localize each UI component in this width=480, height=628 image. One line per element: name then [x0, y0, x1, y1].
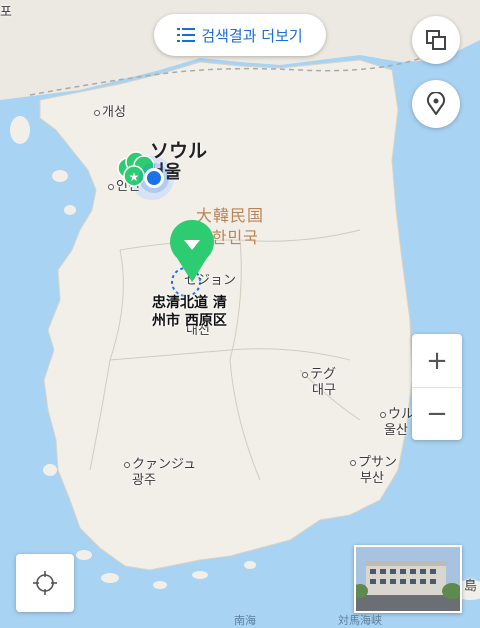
partial-label-island: 島 — [464, 579, 478, 594]
selected-place-label[interactable]: 忠清北道 清 州市 西原区 — [152, 294, 227, 330]
sea-label-strait: 対馬海峡 — [338, 614, 382, 627]
city-ulsan-kr[interactable]: 울산 — [384, 424, 408, 438]
selected-place-pin[interactable] — [167, 220, 217, 284]
zoom-control: + − — [412, 334, 462, 440]
city-daegu-jp-label: テグ — [310, 367, 337, 382]
city-daegu-kr[interactable]: 대구 — [312, 384, 336, 398]
current-location-dot — [144, 168, 164, 188]
city-kaesong-label: 개성 — [102, 105, 126, 120]
layers-icon — [426, 30, 446, 50]
svg-text:★: ★ — [129, 170, 140, 184]
zoom-out-button[interactable]: − — [412, 387, 462, 440]
sea-label-south: 南海 — [234, 614, 256, 627]
map-canvas[interactable] — [0, 0, 480, 628]
city-ulsan-jp[interactable]: ウル — [380, 408, 414, 422]
crosshair-icon — [33, 571, 57, 595]
selected-place-line2: 州市 西原区 — [152, 313, 227, 329]
zoom-in-button[interactable]: + — [412, 334, 462, 387]
city-gwangju-jp-label: クァンジュ — [132, 457, 197, 472]
poi-cluster-markers[interactable]: ★ — [114, 150, 174, 190]
map-pin-outline-icon — [427, 92, 445, 115]
city-ulsan-jp-label: ウル — [388, 407, 415, 422]
poi-button[interactable] — [412, 80, 460, 128]
search-results-more-button[interactable]: 검색결과 더보기 — [154, 14, 326, 56]
partial-label-top-left: 포 — [0, 5, 12, 20]
city-daegu-jp[interactable]: テグ — [302, 368, 336, 382]
city-busan-kr[interactable]: 부산 — [360, 472, 384, 486]
layers-button[interactable] — [412, 16, 460, 64]
search-results-more-label: 검색결과 더보기 — [201, 26, 303, 45]
street-view-thumbnail[interactable] — [354, 545, 462, 613]
city-gwangju-kr[interactable]: 광주 — [132, 474, 156, 488]
city-kaesong[interactable]: 개성 — [94, 106, 126, 120]
selected-place-line1: 忠清北道 清 — [152, 295, 227, 311]
building-photo-icon — [356, 547, 460, 611]
list-icon — [177, 28, 196, 42]
city-busan-jp[interactable]: プサン — [350, 456, 397, 470]
locate-me-button[interactable] — [16, 554, 74, 612]
city-gwangju-jp[interactable]: クァンジュ — [124, 458, 196, 472]
city-busan-jp-label: プサン — [358, 455, 398, 470]
